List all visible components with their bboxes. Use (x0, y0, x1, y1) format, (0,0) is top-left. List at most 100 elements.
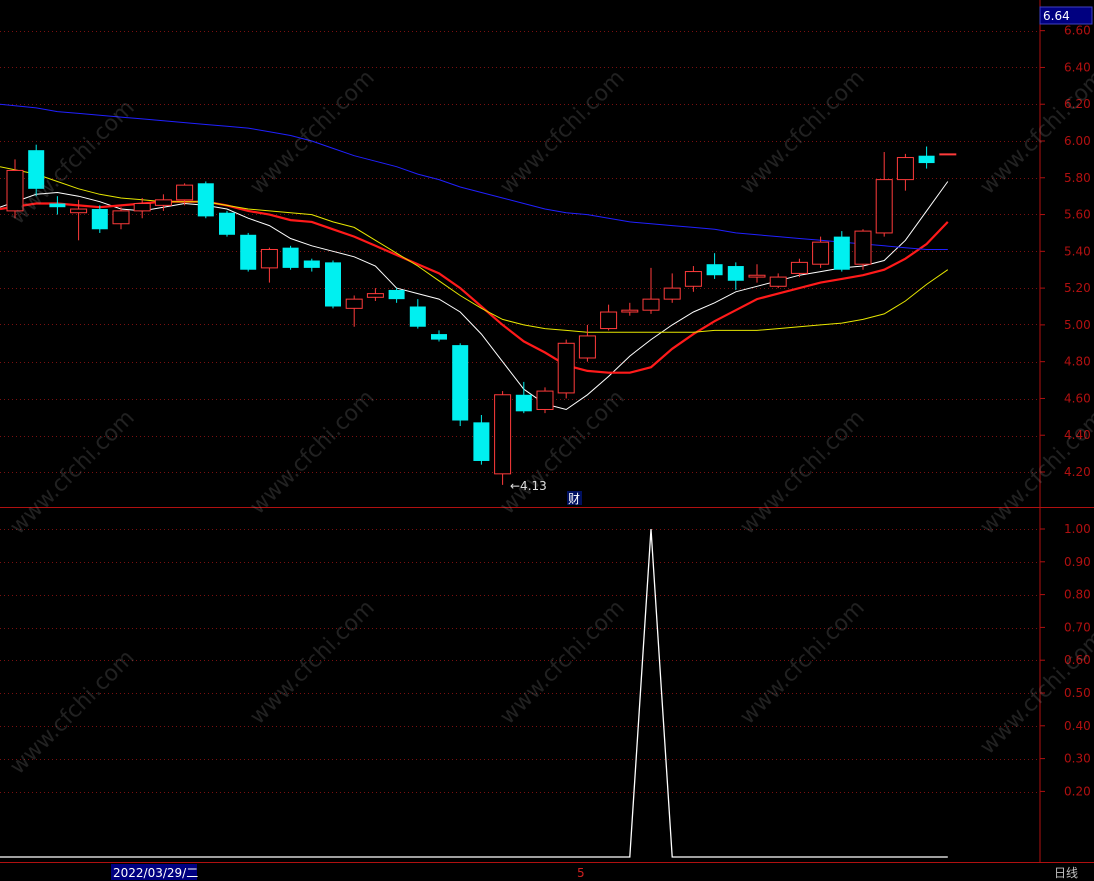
y-tick-label: 1.00 (1064, 522, 1091, 536)
candle (345, 295, 363, 327)
price-tag: 6.64 (1039, 6, 1093, 25)
candle-body (70, 208, 88, 214)
chart-frame (0, 0, 1094, 863)
y-tick-label: 4.20 (1064, 465, 1091, 479)
candle-body (388, 289, 405, 300)
candle-body (91, 209, 108, 230)
candle (769, 273, 787, 289)
y-tick-label: 0.90 (1064, 555, 1091, 569)
candle (112, 207, 130, 230)
ma20-line (0, 166, 949, 333)
candle-body (918, 155, 935, 164)
candle-body (431, 334, 447, 340)
candle (91, 205, 108, 233)
candle (28, 144, 45, 197)
candle (896, 153, 914, 191)
y-tick-label: 5.20 (1064, 281, 1091, 295)
candle-body (706, 264, 723, 276)
candle-body (684, 271, 702, 287)
candle (197, 181, 214, 219)
candle (133, 198, 151, 219)
candle (409, 299, 426, 329)
period-button-label[interactable]: 日线 (1054, 866, 1078, 880)
y-tick-label: 4.80 (1064, 355, 1091, 369)
date-label: 2022/03/29/二 (111, 864, 198, 880)
candle-body (28, 150, 45, 189)
candle (918, 146, 935, 169)
candle-body (409, 306, 426, 327)
candle (939, 153, 957, 156)
y-tick-label: 5.60 (1064, 208, 1091, 222)
candle-body (452, 345, 469, 421)
y-tick-label: 6.40 (1064, 60, 1091, 74)
candle-body (557, 342, 575, 394)
candle-body (219, 212, 235, 235)
candle-body (473, 422, 490, 461)
finance-marker[interactable]: 财 (567, 491, 582, 506)
candle-body (854, 230, 872, 265)
candle-body (240, 234, 257, 270)
candle (663, 273, 681, 303)
candle (557, 339, 575, 399)
candle-body (366, 293, 384, 298)
candle (325, 260, 341, 309)
y-tick-label: 6.20 (1064, 97, 1091, 111)
candle-body (769, 276, 787, 287)
candle (49, 196, 66, 215)
candle-body (578, 335, 596, 359)
candle-body (790, 261, 808, 274)
price-tag-value: 6.64 (1043, 9, 1070, 23)
candle (642, 267, 660, 314)
date-label-text: 2022/03/29/二 (113, 866, 198, 880)
candle (727, 262, 744, 290)
candle (388, 288, 405, 303)
candle (282, 245, 299, 270)
candle (303, 258, 320, 272)
candle (748, 264, 766, 283)
candle-body (303, 260, 320, 268)
candle (600, 304, 618, 331)
candle-body (345, 298, 363, 309)
candle (706, 253, 723, 279)
candle (260, 247, 278, 283)
low-price-label: ←4.13 (510, 479, 547, 493)
moving-average-lines (0, 103, 949, 411)
candle-body (939, 153, 957, 156)
candle (515, 381, 532, 414)
candle-body (197, 183, 214, 217)
candle-body (748, 274, 766, 278)
ma60-line (0, 103, 948, 250)
candle-body (260, 248, 278, 269)
finance-marker-label: 财 (568, 492, 580, 506)
period-button[interactable]: 日线 (1041, 864, 1093, 881)
y-tick-label: 0.70 (1064, 620, 1091, 634)
candle (219, 210, 235, 237)
y-tick-label: 6.60 (1064, 24, 1091, 38)
candle-body (536, 390, 554, 410)
candle (494, 391, 512, 485)
y-tick-label: 5.00 (1064, 318, 1091, 332)
candle-body (133, 203, 151, 212)
candlestick-series (6, 144, 957, 485)
price-axis: 6.60 6.40 6.20 6.00 5.80 5.60 5.40 5.20 5.00 4.80… (1040, 24, 1091, 479)
stock-chart[interactable]: 6.60 6.40 6.20 6.00 5.80 5.60 5.40 5.20 5.00 4.80… (0, 0, 1094, 881)
y-tick-label: 5.80 (1064, 171, 1091, 185)
ma10-line (0, 200, 949, 374)
candle (366, 288, 384, 301)
candle (431, 330, 447, 342)
cursor-marker: 5 (577, 866, 585, 880)
candle-body (642, 298, 660, 311)
candle-body (6, 169, 24, 212)
y-tick-label: 0.50 (1064, 686, 1091, 700)
candle (684, 266, 702, 292)
candle (875, 152, 893, 237)
candle (473, 414, 490, 465)
candle-body (154, 199, 172, 206)
candle (812, 236, 830, 268)
y-tick-label: 0.80 (1064, 588, 1091, 602)
candle-body (875, 179, 893, 234)
y-tick-label: 4.60 (1064, 391, 1091, 405)
candle (240, 232, 257, 272)
candle-body (494, 394, 512, 475)
candle-body (176, 184, 194, 201)
